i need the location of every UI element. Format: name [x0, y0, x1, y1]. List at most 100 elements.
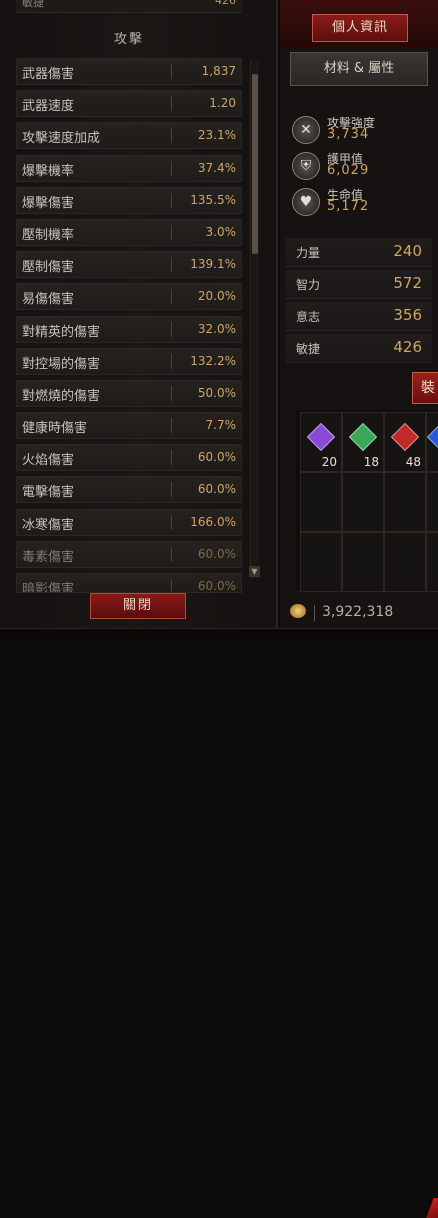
stat-label: 健康時傷害 [22, 421, 88, 437]
stat-label: 電擊傷害 [22, 485, 75, 501]
stat-label: 毒素傷害 [22, 549, 75, 565]
stat-label: 爆擊傷害 [22, 195, 75, 211]
stat-value: 60.0% [197, 450, 236, 465]
armor-stat[interactable]: ⛨ 護甲值 6,029 [292, 150, 432, 184]
stat-value: 5,172 [327, 199, 370, 214]
attribute-intelligence[interactable]: 智力 572 [286, 270, 432, 299]
stat-value: 132.2% [190, 353, 236, 368]
stat-row[interactable]: 易傷傷害 20.0% [16, 283, 242, 311]
stat-row[interactable]: 火焰傷害 60.0% [16, 444, 242, 472]
stat-row[interactable]: 武器傷害 1,837 [16, 58, 242, 85]
stat-row[interactable]: 武器速度 1.20 [16, 90, 242, 118]
attribute-strength[interactable]: 力量 240 [286, 238, 432, 267]
stat-value: 32.0% [197, 321, 236, 336]
stat-label: 對控場的傷害 [22, 356, 101, 372]
stat-value: 3,734 [327, 127, 370, 142]
item-count: 20 [321, 455, 337, 469]
inventory-slot[interactable] [342, 532, 384, 592]
inventory-slot[interactable] [426, 532, 438, 592]
divider [171, 257, 172, 273]
inventory-grid: 20 18 48 [296, 410, 438, 592]
stat-row-partial: 敏捷 426 [16, 0, 242, 13]
inventory-slot[interactable] [342, 472, 384, 532]
divider [171, 514, 172, 530]
stat-value: 139.1% [190, 257, 236, 272]
stat-label: 暗影傷害 [22, 582, 75, 593]
tab-equipment[interactable]: 裝 [412, 372, 438, 404]
stat-label: 壓制傷害 [22, 260, 75, 276]
stat-value: 1,837 [201, 64, 236, 78]
stat-row[interactable]: 爆擊機率 37.4% [16, 154, 242, 182]
materials-stats-button[interactable]: 材料 & 屬性 [290, 52, 428, 86]
stat-label: 火焰傷害 [22, 453, 75, 469]
divider [171, 450, 172, 466]
stat-row[interactable]: 電擊傷害 60.0% [16, 476, 242, 504]
inventory-slot[interactable] [300, 472, 342, 532]
stat-value: 60.0% [197, 482, 236, 497]
divider [171, 192, 172, 208]
stat-label: 爆擊機率 [22, 163, 75, 179]
stat-row[interactable]: 對控場的傷害 132.2% [16, 347, 242, 375]
inventory-slot[interactable]: 18 [342, 412, 384, 472]
stat-label: 武器傷害 [22, 67, 75, 82]
stat-value: 135.5% [190, 192, 236, 207]
scrollbar[interactable] [250, 60, 259, 578]
attribute-value: 356 [393, 306, 422, 324]
scrollbar-thumb[interactable] [252, 74, 258, 254]
stat-row[interactable]: 健康時傷害 7.7% [16, 412, 242, 440]
stat-value: 20.0% [197, 289, 236, 304]
inventory-slot[interactable]: 20 [300, 412, 342, 472]
divider [171, 579, 172, 592]
bottom-hud-bar [0, 628, 438, 641]
stat-row[interactable]: 壓制機率 3.0% [16, 218, 242, 246]
profile-button[interactable]: 個人資訊 [312, 14, 408, 42]
close-button[interactable]: 關閉 [90, 593, 186, 619]
stat-row[interactable]: 攻擊速度加成 23.1% [16, 122, 242, 150]
stat-row[interactable]: 壓制傷害 139.1% [16, 251, 242, 279]
stat-value: 37.4% [197, 160, 236, 175]
inventory-slot[interactable] [384, 472, 426, 532]
stat-value: 1.20 [209, 96, 236, 111]
scroll-down-arrow-icon[interactable]: ▼ [249, 566, 260, 577]
inventory-slot[interactable] [426, 472, 438, 532]
divider [171, 418, 172, 434]
stat-row[interactable]: 對精英的傷害 32.0% [16, 315, 242, 343]
stat-value: 3.0% [205, 224, 237, 239]
stat-value: 426 [215, 0, 236, 7]
attribute-willpower[interactable]: 意志 356 [286, 302, 432, 331]
stat-label: 壓制機率 [22, 227, 75, 243]
character-panel: 個人資訊 材料 & 屬性 ✕ 攻擊強度 3,734 ⛨ 護甲值 6,029 ♥ … [280, 0, 438, 1218]
attribute-label: 敏捷 [296, 342, 321, 356]
divider [171, 353, 172, 369]
divider [171, 482, 172, 498]
stat-row[interactable]: 暗影傷害 60.0% [16, 573, 242, 593]
item-count: 48 [405, 455, 421, 469]
red-dust-icon [426, 1198, 438, 1218]
stat-row[interactable]: 毒素傷害 60.0% [16, 540, 242, 568]
divider [171, 321, 172, 337]
inventory-slot[interactable]: 48 [384, 412, 426, 472]
stat-label: 對燃燒的傷害 [22, 388, 101, 404]
inventory-slot[interactable] [384, 532, 426, 592]
stat-row[interactable]: 冰寒傷害 166.0% [16, 508, 242, 536]
attack-power-stat[interactable]: ✕ 攻擊強度 3,734 [292, 114, 432, 148]
divider [171, 160, 172, 176]
stat-row[interactable]: 爆擊傷害 135.5% [16, 186, 242, 214]
stat-value: 6,029 [327, 163, 370, 178]
stat-row[interactable]: 對燃燒的傷害 50.0% [16, 379, 242, 407]
divider [314, 605, 315, 621]
stat-list[interactable]: 武器傷害 1,837 武器速度 1.20 攻擊速度加成 23.1% 爆擊機率 37.4%… [16, 58, 242, 598]
shield-icon: ⛨ [292, 152, 320, 180]
stat-label: 攻擊速度加成 [22, 131, 101, 147]
inventory-slot[interactable] [300, 532, 342, 592]
inventory-slot[interactable] [426, 412, 438, 472]
attribute-value: 426 [393, 338, 422, 356]
life-stat[interactable]: ♥ 生命值 5,172 [292, 186, 432, 220]
sapphire-gem-icon [426, 422, 438, 452]
stat-label: 武器速度 [22, 99, 75, 115]
attribute-label: 智力 [296, 278, 321, 292]
stat-label: 易傷傷害 [22, 292, 75, 308]
divider [171, 289, 172, 305]
divider [171, 96, 172, 112]
attribute-dexterity[interactable]: 敏捷 426 [286, 334, 432, 363]
